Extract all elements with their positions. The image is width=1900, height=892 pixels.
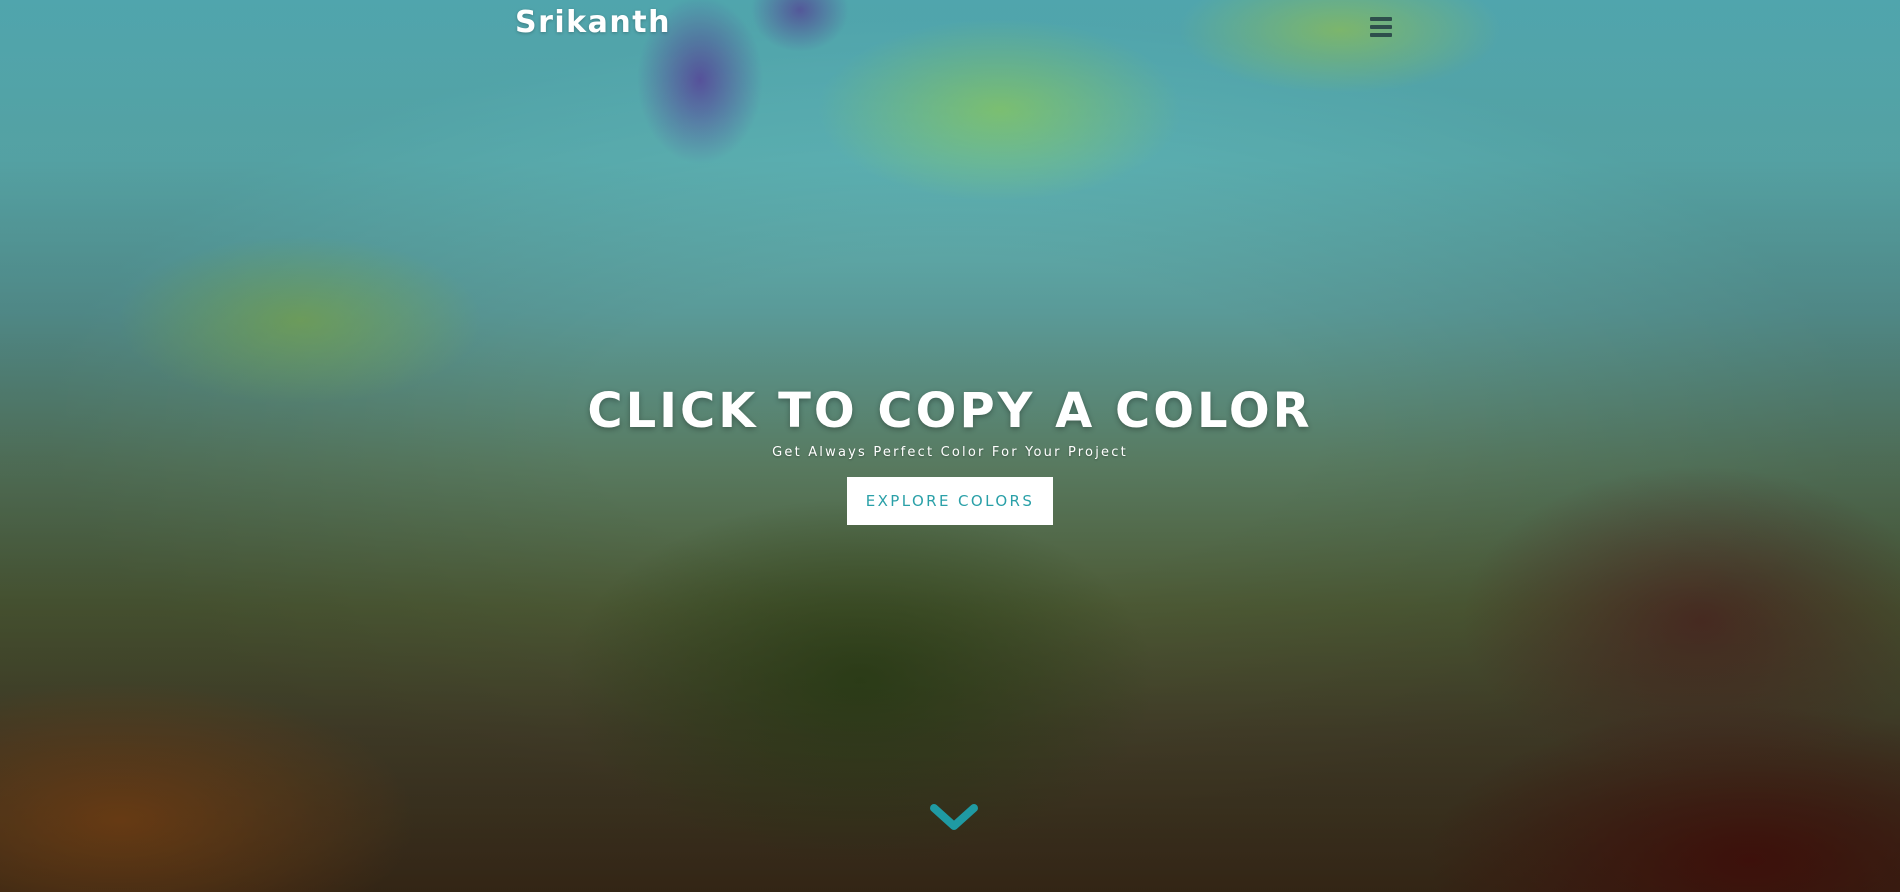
hamburger-menu-icon[interactable]	[1368, 14, 1394, 40]
top-navigation: Srikanth	[0, 0, 1900, 60]
brand-logo[interactable]: Srikanth	[515, 5, 671, 40]
chevron-down-icon[interactable]	[928, 800, 980, 836]
menu-bar-line	[1370, 33, 1392, 37]
hero-section: Srikanth CLICK TO COPY A COLOR Get Alway…	[0, 0, 1900, 892]
hero-subtitle: Get Always Perfect Color For Your Projec…	[772, 445, 1128, 460]
explore-colors-button[interactable]: EXPLORE COLORS	[847, 477, 1053, 525]
menu-bar-line	[1370, 17, 1392, 21]
chevron-down-icon-graphic	[930, 804, 978, 830]
hero-title: CLICK TO COPY A COLOR	[587, 383, 1313, 439]
menu-bar-line	[1370, 25, 1392, 29]
hero-content: CLICK TO COPY A COLOR Get Always Perfect…	[0, 380, 1900, 525]
